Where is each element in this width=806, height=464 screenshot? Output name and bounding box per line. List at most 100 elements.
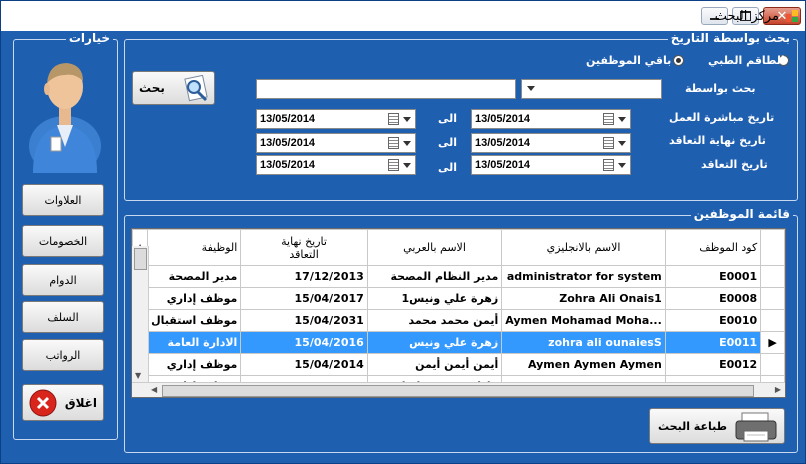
cell-name-ar: زهرة علي ونيس1 — [366, 287, 503, 310]
work-start-date-label: تاريخ مباشرة العمل — [669, 111, 775, 124]
row-header[interactable] — [760, 309, 785, 332]
table-row[interactable]: موظف إداري 15/04/2014 أيمن أيمن أيمن Aym… — [132, 353, 785, 376]
employee-avatar-icon — [29, 63, 101, 173]
close-label: اغلاق — [64, 395, 97, 410]
cell-name-en: Aymen Mohamad Moha... — [501, 309, 666, 332]
scroll-left-icon[interactable]: ◀ — [151, 385, 157, 394]
col-header-code[interactable]: كود الموظف — [664, 229, 762, 266]
window-title: مركز البحث — [714, 9, 779, 24]
main-window: ✕ مركز البحث خيارات العلاوات الخصومات ال… — [0, 0, 806, 464]
cell-name-en: Zohra Ali Onais1 — [501, 287, 666, 310]
calendar-icon — [603, 159, 614, 171]
chevron-down-icon — [527, 86, 535, 91]
search-group-title: بحث بواسطة التاريخ — [667, 31, 793, 45]
cell-name-ar: زهرة علي ونيس — [366, 331, 503, 354]
search-field-combo[interactable] — [521, 79, 662, 99]
search-magnifier-icon — [184, 75, 208, 102]
col-header-job[interactable]: الوظيفة — [147, 229, 242, 266]
medical-staff-label: الطاقم الطبي — [708, 54, 785, 67]
printer-icon — [735, 412, 777, 442]
to-label: الى — [438, 161, 458, 174]
table-header-row: ▲ الوظيفة تاريخ نهايةالتعاقد الاسم بالعر… — [132, 229, 785, 266]
contract-to-date[interactable]: 13/05/2014 — [256, 155, 416, 175]
to-label: الى — [438, 112, 458, 125]
other-staff-radio[interactable] — [673, 55, 684, 66]
date-value: 13/05/2014 — [260, 113, 316, 125]
chevron-down-icon — [403, 117, 411, 122]
date-value: 13/05/2014 — [475, 137, 531, 149]
print-search-button[interactable]: طباعة البحث — [649, 408, 785, 444]
cell-job: مدير المصحة — [147, 265, 242, 288]
date-value: 13/05/2014 — [475, 159, 531, 171]
chevron-down-icon — [618, 141, 626, 146]
calendar-icon — [388, 113, 399, 125]
close-icon — [29, 389, 57, 417]
row-header[interactable]: ▶ — [760, 331, 785, 354]
advances-button[interactable]: السلف — [22, 301, 104, 333]
work-start-from-date[interactable]: 13/05/2014 — [471, 109, 631, 129]
contract-end-from-date[interactable]: 13/05/2014 — [471, 133, 631, 153]
cell-code: E0001 — [664, 265, 762, 288]
other-staff-label: باقي الموظفين — [586, 54, 672, 67]
cell-name-en: Aymen Aymen Aymen — [501, 353, 666, 376]
scroll-down-icon[interactable]: ▼ — [135, 371, 141, 380]
cell-code: E0012 — [664, 353, 762, 376]
contract-end-to-date[interactable]: 13/05/2014 — [256, 133, 416, 153]
search-button-label: بحث — [139, 81, 165, 95]
close-button[interactable]: اغلاق — [22, 384, 104, 421]
calendar-icon — [603, 113, 614, 125]
work-start-to-date[interactable]: 13/05/2014 — [256, 109, 416, 129]
col-header-end-date-line2: التعاقد — [289, 247, 319, 261]
attendance-label: الدوام — [49, 273, 77, 287]
cell-job: موظف إداري — [147, 287, 242, 310]
table-row-selected[interactable]: الادارة العامة 15/04/2016 زهرة علي ونيس … — [132, 331, 785, 354]
cell-end-date: 15/04/2017 — [240, 287, 368, 310]
cell-end-date: 15/04/2031 — [240, 309, 368, 332]
table-row[interactable]: موظف استقبال 15/04/2031 أيمن محمد محمد A… — [132, 309, 785, 332]
row-header[interactable] — [760, 287, 785, 310]
cell-job: الادارة العامة — [147, 331, 242, 354]
deductions-button[interactable]: الخصومات — [22, 225, 104, 257]
attendance-button[interactable]: الدوام — [22, 264, 104, 296]
search-button[interactable]: بحث — [132, 71, 215, 105]
vscroll-thumb[interactable] — [134, 248, 147, 270]
table-row[interactable]: موظف إداري 15/04/2017 زهرة علي ونيس1 Zoh… — [132, 287, 785, 310]
table-row[interactable]: مدير المصحة 17/12/2013 مدير النظام المصح… — [132, 265, 785, 288]
date-value: 13/05/2014 — [475, 113, 531, 125]
cell-code: E0008 — [664, 287, 762, 310]
calendar-icon — [388, 137, 399, 149]
cell-name-en: administrator for system — [501, 265, 666, 288]
calendar-icon — [603, 137, 614, 149]
employees-table: ▲ الوظيفة تاريخ نهايةالتعاقد الاسم بالعر… — [132, 229, 785, 397]
title-bar: ✕ مركز البحث — [1, 1, 805, 31]
cell-job: موظف استقبال — [147, 309, 242, 332]
date-value: 13/05/2014 — [260, 137, 316, 149]
search-text-input[interactable] — [256, 79, 516, 99]
row-header[interactable] — [760, 353, 785, 376]
salaries-button[interactable]: الرواتب — [22, 339, 104, 371]
chevron-down-icon — [403, 163, 411, 168]
vertical-scrollbar[interactable]: ▼ — [132, 246, 149, 382]
cell-name-ar: أيمن أيمن أيمن — [366, 353, 503, 376]
employees-grid[interactable]: ▲ الوظيفة تاريخ نهايةالتعاقد الاسم بالعر… — [131, 228, 786, 398]
contract-from-date[interactable]: 13/05/2014 — [471, 155, 631, 175]
allowances-button[interactable]: العلاوات — [22, 184, 104, 216]
cell-end-date: 15/04/2016 — [240, 331, 368, 354]
scroll-right-icon[interactable]: ▶ — [775, 385, 781, 394]
col-header-end-date[interactable]: تاريخ نهاية التعاقد — [240, 229, 368, 266]
hscroll-thumb[interactable] — [162, 385, 754, 397]
print-search-label: طباعة البحث — [658, 420, 727, 433]
contract-end-date-label: تاريخ نهاية التعاقد — [669, 134, 766, 147]
horizontal-scrollbar[interactable]: ◀ ▶ — [132, 382, 785, 397]
calendar-icon — [388, 159, 399, 171]
cell-job: موظف إداري — [147, 353, 242, 376]
cell-name-ar: مدير النظام المصحة — [366, 265, 503, 288]
cell-end-date: 17/12/2013 — [240, 265, 368, 288]
col-header-name-ar[interactable]: الاسم بالعربي — [366, 229, 503, 266]
row-header[interactable] — [760, 265, 785, 288]
advances-label: السلف — [47, 310, 79, 324]
cell-name-ar: أيمن محمد محمد — [366, 309, 503, 332]
employees-group-title: قائمة الموظفين — [690, 207, 793, 221]
col-header-name-en[interactable]: الاسم بالانجليزي — [501, 229, 666, 266]
search-by-label: بحث بواسطة — [685, 82, 756, 95]
